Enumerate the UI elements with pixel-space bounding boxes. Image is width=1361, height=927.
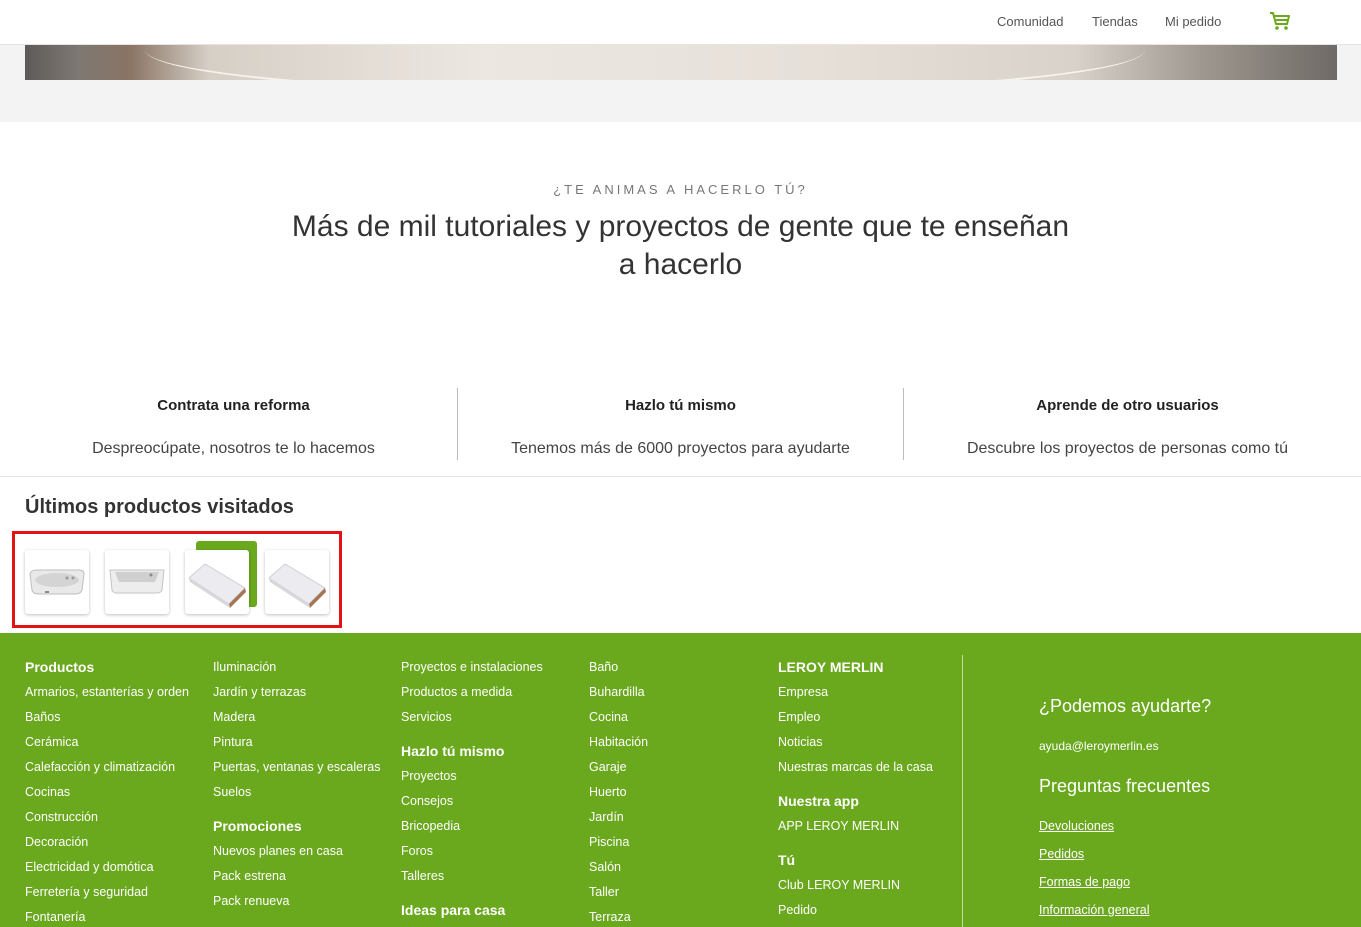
footer-link[interactable]: Piscina	[589, 835, 629, 849]
footer-link[interactable]: Pedido	[778, 903, 817, 917]
card-description: Descubre los proyectos de personas como …	[966, 440, 1289, 457]
faq-link-informacion[interactable]: Información general	[1039, 903, 1149, 917]
cart-icon[interactable]	[1268, 10, 1292, 32]
footer-link[interactable]: Buhardilla	[589, 685, 645, 699]
footer-link[interactable]: Cocina	[589, 710, 628, 724]
nav-tiendas[interactable]: Tiendas	[1092, 14, 1138, 29]
footer-link[interactable]: Proyectos	[401, 769, 457, 783]
footer-link[interactable]: Calefacción y climatización	[25, 760, 175, 774]
site-footer: Productos Armarios, estanterías y orden …	[0, 633, 1361, 927]
section-divider	[0, 476, 1361, 477]
top-header: Comunidad Tiendas Mi pedido	[0, 0, 1361, 45]
faq-link-devoluciones[interactable]: Devoluciones	[1039, 819, 1114, 833]
nav-comunidad[interactable]: Comunidad	[997, 14, 1064, 29]
help-email-link[interactable]: ayuda@leroymerlin.es	[1039, 739, 1159, 753]
footer-link[interactable]: Nuevos planes en casa	[213, 844, 343, 858]
footer-heading-leroy-merlin[interactable]: LEROY MERLIN	[778, 659, 884, 675]
hero-image	[25, 45, 1337, 80]
footer-link[interactable]: Decoración	[25, 835, 88, 849]
card-contrata-reforma[interactable]: Contrata una reforma Despreocúpate, noso…	[10, 388, 457, 460]
footer-link[interactable]: Proyectos e instalaciones	[401, 660, 543, 674]
footer-link[interactable]: Iluminación	[213, 660, 276, 674]
footer-heading-promociones[interactable]: Promociones	[213, 818, 302, 834]
footer-link[interactable]: Habitación	[589, 735, 648, 749]
faq-link-formas-pago[interactable]: Formas de pago	[1039, 875, 1130, 889]
footer-heading-tu[interactable]: Tú	[778, 852, 795, 868]
card-hazlo-tu-mismo[interactable]: Hazlo tú mismo Tenemos más de 6000 proye…	[458, 388, 903, 460]
card-description: Despreocúpate, nosotros te lo hacemos	[92, 440, 375, 457]
footer-heading-hazlo[interactable]: Hazlo tú mismo	[401, 743, 504, 759]
footer-link[interactable]: Pack estrena	[213, 869, 286, 883]
recent-product-bathtub-1[interactable]	[25, 550, 89, 614]
section-headline: Más de mil tutoriales y proyectos de gen…	[291, 210, 1070, 281]
footer-link[interactable]: Electricidad y domótica	[25, 860, 154, 874]
footer-link[interactable]: Consejos	[401, 794, 453, 808]
section-eyebrow: ¿TE ANIMAS A HACERLO TÚ?	[553, 182, 808, 197]
footer-link[interactable]: Suelos	[213, 785, 251, 799]
footer-link[interactable]: Salón	[589, 860, 621, 874]
footer-link[interactable]: Cocinas	[25, 785, 70, 799]
footer-divider	[962, 655, 963, 927]
footer-link[interactable]: Productos a medida	[401, 685, 512, 699]
footer-link[interactable]: Fontanería	[25, 910, 85, 924]
footer-link[interactable]: Armarios, estanterías y orden	[25, 685, 189, 699]
recent-product-bathtub-2[interactable]	[105, 550, 169, 614]
footer-link[interactable]: Pintura	[213, 735, 253, 749]
footer-link[interactable]: Noticias	[778, 735, 822, 749]
footer-link[interactable]: Servicios	[401, 710, 452, 724]
footer-link[interactable]: Bricopedia	[401, 819, 460, 833]
recent-product-panel-2[interactable]	[265, 550, 329, 614]
footer-link[interactable]: Puertas, ventanas y escaleras	[213, 760, 380, 774]
footer-link[interactable]: Jardín	[589, 810, 624, 824]
footer-link[interactable]: Garaje	[589, 760, 627, 774]
footer-link[interactable]: Cerámica	[25, 735, 79, 749]
footer-heading-nuestra-app[interactable]: Nuestra app	[778, 793, 859, 809]
footer-link[interactable]: Talleres	[401, 869, 444, 883]
help-title: ¿Podemos ayudarte?	[1039, 696, 1212, 716]
footer-link[interactable]: Ferretería y seguridad	[25, 885, 148, 899]
footer-link[interactable]: Club LEROY MERLIN	[778, 878, 900, 892]
footer-heading-ideas[interactable]: Ideas para casa	[401, 902, 505, 918]
footer-link[interactable]: Jardín y terrazas	[213, 685, 306, 699]
recent-products-title: Últimos productos visitados	[25, 496, 294, 518]
footer-link[interactable]: Foros	[401, 844, 433, 858]
footer-link[interactable]: Construcción	[25, 810, 98, 824]
faq-title: Preguntas frecuentes	[1039, 776, 1211, 796]
card-title: Aprende de otro usuarios	[1036, 397, 1219, 414]
footer-link[interactable]: Pack renueva	[213, 894, 289, 908]
footer-link[interactable]: Empresa	[778, 685, 828, 699]
footer-link[interactable]: APP LEROY MERLIN	[778, 819, 899, 833]
footer-link[interactable]: Baños	[25, 710, 60, 724]
faq-link-pedidos[interactable]: Pedidos	[1039, 847, 1084, 861]
card-aprende-usuarios[interactable]: Aprende de otro usuarios Descubre los pr…	[904, 388, 1351, 460]
recent-product-panel-1[interactable]	[185, 550, 249, 614]
card-title: Contrata una reforma	[157, 397, 310, 414]
card-title: Hazlo tú mismo	[625, 397, 736, 414]
footer-link[interactable]: Empleo	[778, 710, 820, 724]
footer-link[interactable]: Terraza	[589, 910, 631, 924]
footer-link[interactable]: Madera	[213, 710, 255, 724]
footer-heading-productos[interactable]: Productos	[25, 659, 94, 675]
footer-link[interactable]: Baño	[589, 660, 618, 674]
footer-link[interactable]: Taller	[589, 885, 619, 899]
footer-link[interactable]: Huerto	[589, 785, 627, 799]
card-description: Tenemos más de 6000 proyectos para ayuda…	[511, 440, 850, 457]
nav-mi-pedido[interactable]: Mi pedido	[1165, 14, 1221, 29]
footer-link[interactable]: Nuestras marcas de la casa	[778, 760, 933, 774]
